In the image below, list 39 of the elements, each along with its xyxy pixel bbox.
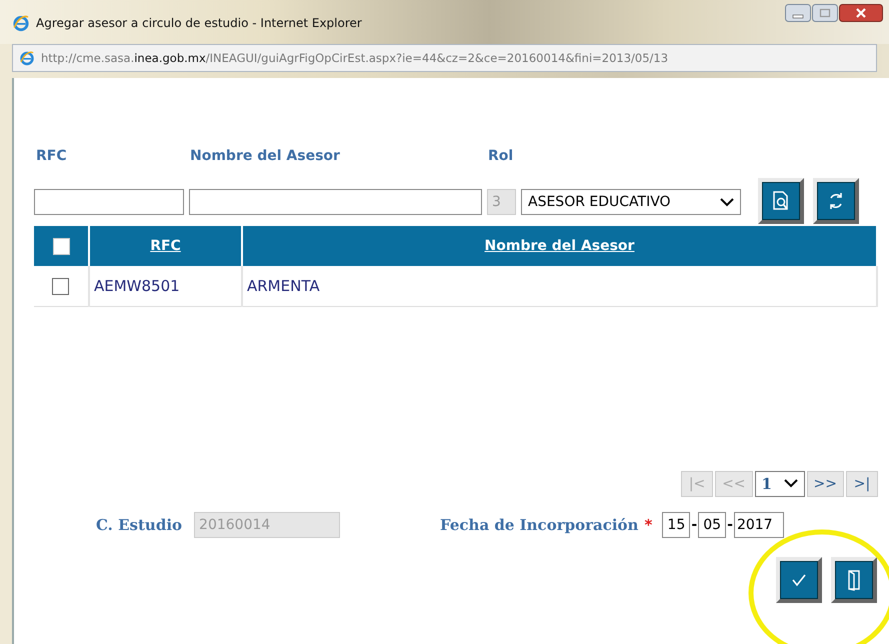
url-text: http://cme.sasa.inea.gob.mx/INEAGUI/guiAgrFigOpCirEst.aspx?ie=44&cz=2&ce=20160014&fini=2013/05/13 bbox=[41, 51, 668, 65]
study-field: 20160014 bbox=[194, 512, 340, 538]
browser-logo-icon bbox=[12, 14, 30, 32]
field-label: RFC bbox=[35, 148, 68, 166]
maximize-button[interactable] bbox=[812, 4, 838, 22]
month-field[interactable]: 05 bbox=[698, 512, 726, 538]
day-field[interactable]: 15 bbox=[662, 512, 690, 538]
column-header-link[interactable]: RFC bbox=[150, 238, 181, 254]
field-label: Fecha de Incorporación bbox=[440, 516, 638, 534]
date-separator: - bbox=[690, 516, 698, 532]
exit-button[interactable] bbox=[831, 556, 877, 602]
required-mark: * bbox=[644, 516, 652, 534]
field-label: Rol bbox=[488, 148, 514, 166]
accept-button[interactable] bbox=[776, 556, 822, 602]
page-dropdown[interactable]: 1 bbox=[754, 470, 805, 496]
name-field[interactable] bbox=[189, 189, 482, 215]
table-cell: AEMW8501 bbox=[94, 276, 180, 295]
chevron-down-icon bbox=[784, 479, 798, 488]
search-button[interactable] bbox=[758, 178, 804, 224]
address-bar[interactable]: http://cme.sasa.inea.gob.mx/INEAGUI/guiAgrFigOpCirEst.aspx?ie=44&cz=2&ce=20160014&fini=2013/05/13 bbox=[12, 44, 877, 72]
rfc-field[interactable] bbox=[34, 189, 184, 215]
close-button[interactable] bbox=[839, 4, 883, 22]
table-cell: ARMENTA bbox=[247, 276, 320, 295]
date-separator: - bbox=[726, 516, 734, 532]
field-label: C. Estudio bbox=[96, 516, 182, 534]
year-field[interactable]: 2017 bbox=[734, 512, 784, 538]
pager-button[interactable]: >| bbox=[846, 470, 878, 496]
role-code-field: 3 bbox=[487, 189, 516, 215]
refresh-button[interactable] bbox=[813, 178, 859, 224]
role-dropdown[interactable]: ASESOR EDUCATIVO bbox=[521, 189, 741, 215]
browser-logo-icon bbox=[19, 50, 35, 66]
field-label: Nombre del Asesor bbox=[190, 148, 341, 166]
window-title: Agregar asesor a circulo de estudio - Internet Explorer bbox=[36, 16, 362, 30]
chevron-down-icon bbox=[720, 198, 734, 206]
pager-button[interactable]: >> bbox=[806, 470, 844, 496]
column-header-link[interactable]: Nombre del Asesor bbox=[484, 238, 634, 254]
minimize-button[interactable] bbox=[785, 4, 811, 22]
row-checkbox[interactable] bbox=[52, 278, 69, 295]
select-all-checkbox[interactable] bbox=[52, 238, 70, 254]
